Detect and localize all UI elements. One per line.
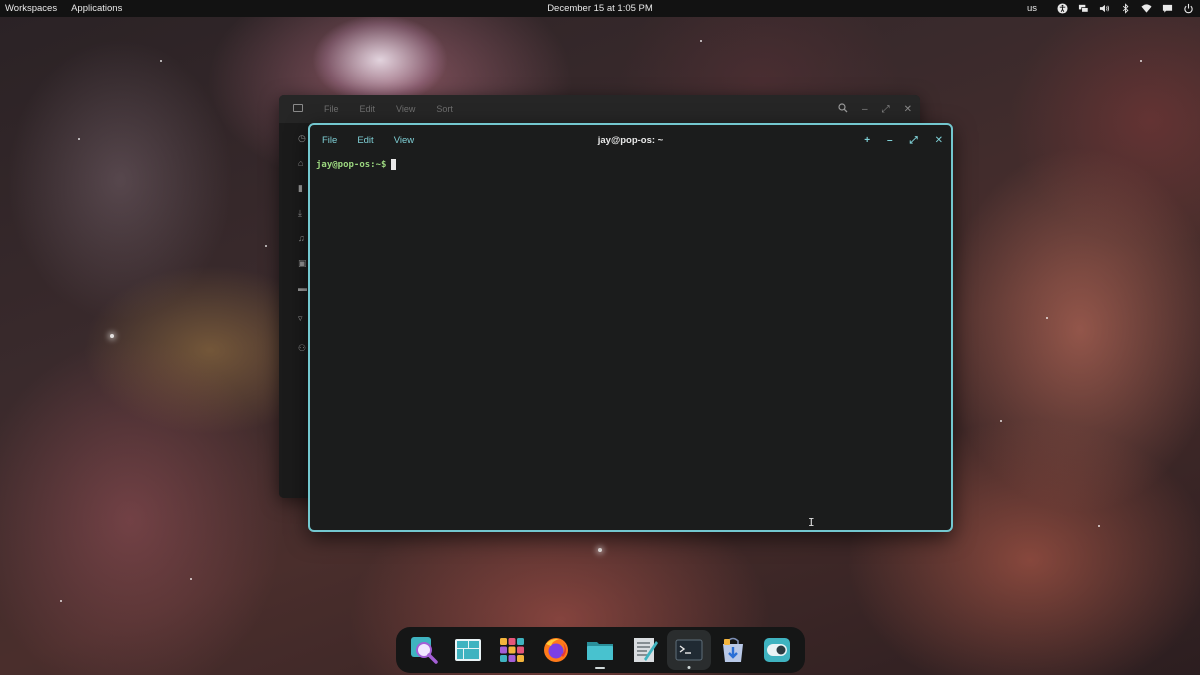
volume-icon[interactable]	[1098, 3, 1110, 15]
applications-button[interactable]: Applications	[71, 3, 122, 14]
terminal-headerbar: File Edit View jay@pop-os: ~ + – ⤢ ✕	[310, 125, 951, 155]
star	[1000, 420, 1002, 422]
sidebar-toggle-icon[interactable]	[293, 104, 303, 112]
dock-files[interactable]	[578, 630, 622, 670]
running-indicator	[595, 667, 606, 669]
videos-icon[interactable]: ▬	[298, 284, 307, 293]
dock-terminal[interactable]	[666, 630, 711, 670]
star	[265, 245, 267, 247]
keyboard-layout-indicator[interactable]: us	[1027, 3, 1037, 14]
notifications-icon[interactable]	[1161, 3, 1173, 15]
text-editor-icon	[633, 638, 658, 662]
terminal-icon	[675, 639, 703, 661]
mouse-ibeam-cursor: I	[808, 516, 815, 529]
bluetooth-icon[interactable]	[1119, 3, 1131, 15]
close-icon[interactable]: ✕	[904, 104, 912, 115]
star	[60, 600, 62, 602]
star	[598, 548, 602, 552]
pictures-icon[interactable]: ▣	[298, 259, 307, 268]
maximize-icon[interactable]: ⤢	[882, 104, 890, 115]
star	[110, 334, 114, 338]
shop-icon	[722, 637, 743, 662]
folder-icon	[587, 642, 614, 660]
system-updates-icon[interactable]	[1077, 3, 1089, 15]
dock-pop-shop[interactable]	[711, 630, 755, 670]
toggle-icon	[763, 638, 790, 662]
wifi-icon[interactable]	[1140, 3, 1152, 15]
running-indicator	[687, 666, 691, 669]
files-menu-edit[interactable]: Edit	[360, 104, 376, 114]
firefox-icon	[544, 638, 569, 662]
terminal-window[interactable]: File Edit View jay@pop-os: ~ + – ⤢ ✕ jay…	[308, 123, 953, 532]
power-icon[interactable]	[1182, 3, 1194, 15]
star	[160, 60, 162, 62]
close-button[interactable]: ✕	[935, 135, 943, 146]
dock-firefox[interactable]	[534, 630, 578, 670]
text-cursor	[391, 159, 397, 170]
new-tab-button[interactable]: +	[864, 135, 870, 146]
downloads-icon[interactable]: ⤓	[298, 209, 307, 218]
recent-icon[interactable]: ◷	[298, 134, 307, 143]
search-icon	[411, 637, 438, 664]
app-grid-icon	[500, 638, 525, 662]
dock	[396, 627, 805, 673]
dock-settings[interactable]	[755, 630, 799, 670]
terminal-menu-file[interactable]: File	[322, 135, 337, 146]
top-panel: Workspaces Applications December 15 at 1…	[0, 0, 1200, 17]
terminal-menu-edit[interactable]: Edit	[357, 135, 373, 146]
dock-text-editor[interactable]	[623, 630, 667, 670]
documents-icon[interactable]: ▮	[298, 184, 307, 193]
dock-workspaces[interactable]	[446, 630, 490, 670]
network-icon[interactable]: ⚇	[298, 344, 307, 353]
terminal-output[interactable]: jay@pop-os:~$	[316, 159, 945, 524]
files-menu-view[interactable]: View	[396, 104, 415, 114]
star	[1140, 60, 1142, 62]
star	[700, 40, 702, 42]
workspaces-button[interactable]: Workspaces	[5, 3, 57, 14]
files-headerbar: File Edit View Sort – ⤢ ✕	[279, 95, 920, 123]
star	[1046, 317, 1048, 319]
files-menu-sort[interactable]: Sort	[436, 104, 453, 114]
minimize-button[interactable]: –	[887, 135, 893, 146]
clock-button[interactable]: December 15 at 1:05 PM	[547, 3, 653, 14]
files-sidebar: ◷ ⌂ ▮ ⤓ ♫ ▣ ▬ ▿ ⚇	[279, 123, 309, 498]
star	[190, 578, 192, 580]
minimize-icon[interactable]: –	[862, 104, 868, 115]
dock-search-app[interactable]	[402, 630, 446, 670]
trash-icon[interactable]: ▿	[298, 314, 307, 323]
shell-prompt: jay@pop-os:~$	[316, 159, 387, 170]
star	[1098, 525, 1100, 527]
files-menu-file[interactable]: File	[324, 104, 339, 114]
music-icon[interactable]: ♫	[298, 234, 307, 243]
terminal-menu-view[interactable]: View	[394, 135, 414, 146]
star	[78, 138, 80, 140]
workspaces-icon	[455, 639, 482, 661]
dock-app-grid[interactable]	[490, 630, 534, 670]
accessibility-icon[interactable]	[1056, 3, 1068, 15]
maximize-button[interactable]: ⤢	[910, 135, 918, 146]
search-icon[interactable]	[838, 102, 848, 116]
home-icon[interactable]: ⌂	[298, 159, 307, 168]
